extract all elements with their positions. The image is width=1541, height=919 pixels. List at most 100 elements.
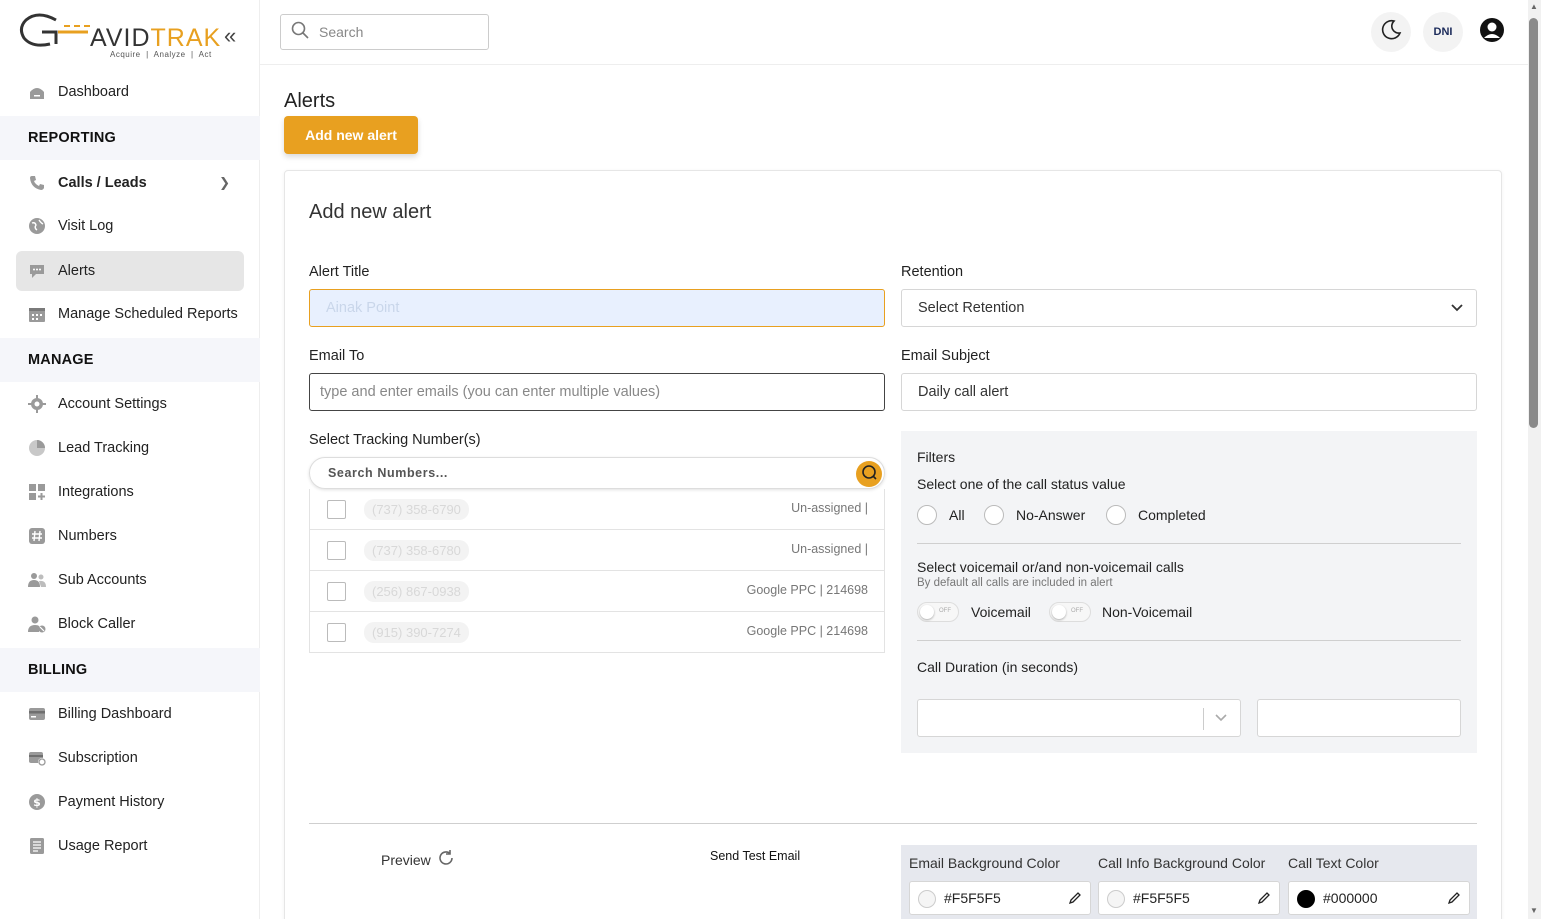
svg-text:$: $ <box>33 796 41 809</box>
tracking-number-checkbox[interactable] <box>327 623 346 642</box>
tracking-number-row[interactable]: (737) 358-6790 Un-assigned | <box>310 489 884 530</box>
sidebar-item-integrations[interactable]: Integrations <box>16 472 244 512</box>
scrollbar-thumb[interactable] <box>1529 18 1538 428</box>
refresh-icon[interactable] <box>437 849 455 870</box>
non-voicemail-toggle[interactable]: OFF <box>1049 602 1091 622</box>
user-profile-button[interactable] <box>1472 12 1512 52</box>
chevron-right-icon: ❯ <box>219 175 230 190</box>
credit-card-icon <box>28 705 46 723</box>
add-new-alert-button[interactable]: Add new alert <box>284 116 418 154</box>
card-title: Add new alert <box>309 201 432 223</box>
calendar-icon <box>28 305 46 323</box>
search-numbers-input[interactable] <box>328 466 808 480</box>
dni-button[interactable]: DNI <box>1423 12 1463 52</box>
radio-status-no-answer[interactable] <box>984 505 1004 525</box>
collapse-sidebar-icon[interactable]: « <box>224 25 236 47</box>
sidebar-item-label: Integrations <box>58 484 134 500</box>
tracking-number-checkbox[interactable] <box>327 582 346 601</box>
tracking-number-row[interactable]: (256) 867-0938 Google PPC | 214698 <box>310 571 884 612</box>
app-root: AVIDTRAK Acquire | Analyze | Act « Dashb… <box>0 0 1541 919</box>
search-numbers-button[interactable] <box>856 461 882 487</box>
chat-alert-icon <box>28 262 46 280</box>
color-swatch[interactable] <box>1107 890 1125 908</box>
chevron-down-icon <box>1214 710 1228 729</box>
page-scrollbar[interactable]: ▲ ▼ <box>1528 0 1541 919</box>
page-title: Alerts <box>284 90 336 112</box>
add-alert-card: Add new alert Alert Title Retention Sele… <box>284 170 1502 919</box>
filters-divider <box>917 543 1461 544</box>
sidebar-item-alerts[interactable]: Alerts <box>16 251 244 291</box>
tracking-numbers-list: (737) 358-6790 Un-assigned | (737) 358-6… <box>309 489 885 653</box>
sidebar-item-payment-history[interactable]: $ Payment History <box>16 782 244 822</box>
topbar: DNI <box>260 0 1528 65</box>
pencil-icon[interactable] <box>1257 891 1271 908</box>
sidebar-item-block-caller[interactable]: Block Caller <box>16 604 244 644</box>
sidebar-item-numbers[interactable]: Numbers <box>16 516 244 556</box>
send-test-email-button[interactable]: Send Test Email <box>710 849 800 863</box>
dollar-circle-icon: $ <box>28 793 46 811</box>
pencil-icon[interactable] <box>1068 891 1082 908</box>
email-bg-color-field[interactable]: #F5F5F5 <box>909 881 1091 915</box>
call-info-bg-color-label: Call Info Background Color <box>1098 855 1266 871</box>
search-numbers-box <box>309 457 885 489</box>
email-bg-color-value: #F5F5F5 <box>944 890 1001 906</box>
search-input[interactable] <box>319 24 469 40</box>
search-icon <box>861 464 877 485</box>
tracking-number-value: (737) 358-6790 <box>364 499 469 520</box>
logo-wordmark: AVIDTRAK <box>90 24 221 53</box>
filters-title: Filters <box>917 449 956 465</box>
email-subject-input[interactable] <box>918 384 1476 400</box>
sidebar-item-label: Billing Dashboard <box>58 706 172 722</box>
color-swatch[interactable] <box>918 890 936 908</box>
tracking-numbers-label: Select Tracking Number(s) <box>309 432 481 448</box>
retention-select[interactable]: Select Retention <box>901 289 1477 327</box>
dashboard-icon <box>28 83 46 101</box>
tracking-number-checkbox[interactable] <box>327 500 346 519</box>
radio-status-all[interactable] <box>917 505 937 525</box>
sidebar-item-lead-tracking[interactable]: Lead Tracking <box>16 428 244 468</box>
pencil-icon[interactable] <box>1447 891 1461 908</box>
grid-plus-icon <box>28 483 46 501</box>
call-duration-input[interactable] <box>1257 699 1461 737</box>
scroll-down-arrow-icon[interactable]: ▼ <box>1530 906 1538 915</box>
call-status-prompt: Select one of the call status value <box>917 476 1126 492</box>
preview-row[interactable]: Preview <box>381 849 455 870</box>
logo-wordmark-trak: TRAK <box>150 24 222 52</box>
voicemail-toggle[interactable]: OFF <box>917 602 959 622</box>
tracking-number-row[interactable]: (737) 358-6780 Un-assigned | <box>310 530 884 571</box>
call-duration-label: Call Duration (in seconds) <box>917 659 1079 675</box>
sidebar-item-dashboard[interactable]: Dashboard <box>16 72 244 112</box>
sidebar-item-account-settings[interactable]: Account Settings <box>16 384 244 424</box>
toggle-off-text: OFF <box>939 608 951 614</box>
color-swatch[interactable] <box>1297 890 1315 908</box>
non-voicemail-label: Non-Voicemail <box>1102 604 1193 620</box>
report-icon <box>28 837 46 855</box>
call-duration-operator-select[interactable] <box>917 699 1241 737</box>
sidebar-item-manage-scheduled-reports[interactable]: Manage Scheduled Reports <box>16 294 244 334</box>
sidebar-item-label: Subscription <box>58 750 138 766</box>
scroll-up-arrow-icon[interactable]: ▲ <box>1530 2 1538 11</box>
tracking-number-checkbox[interactable] <box>327 541 346 560</box>
sidebar-item-subscription[interactable]: Subscription <box>16 738 244 778</box>
sidebar-item-billing-dashboard[interactable]: Billing Dashboard <box>16 694 244 734</box>
select-separator <box>1203 708 1204 730</box>
dark-mode-toggle-button[interactable] <box>1371 12 1411 52</box>
sidebar-item-visit-log[interactable]: Visit Log <box>16 206 244 246</box>
tracking-number-row[interactable]: (915) 390-7274 Google PPC | 214698 <box>310 612 884 653</box>
tracking-number-source: Un-assigned | <box>791 542 868 556</box>
call-info-bg-color-field[interactable]: #F5F5F5 <box>1098 881 1280 915</box>
preview-label: Preview <box>381 851 431 868</box>
sidebar-item-usage-report[interactable]: Usage Report <box>16 826 244 866</box>
alert-title-input[interactable] <box>326 300 884 316</box>
voicemail-label: Voicemail <box>971 604 1031 620</box>
radio-status-completed[interactable] <box>1106 505 1126 525</box>
sidebar-item-sub-accounts[interactable]: Sub Accounts <box>16 560 244 600</box>
card-refresh-icon <box>28 749 46 767</box>
tracking-number-source: Google PPC | 214698 <box>746 624 868 638</box>
email-to-input[interactable] <box>320 384 884 400</box>
call-text-color-field[interactable]: #000000 <box>1288 881 1470 915</box>
sidebar-item-calls-leads[interactable]: Calls / Leads ❯ <box>16 163 244 203</box>
tracking-number-value: (915) 390-7274 <box>364 622 469 643</box>
toggle-off-text: OFF <box>1071 608 1083 614</box>
section-divider <box>309 823 1477 824</box>
